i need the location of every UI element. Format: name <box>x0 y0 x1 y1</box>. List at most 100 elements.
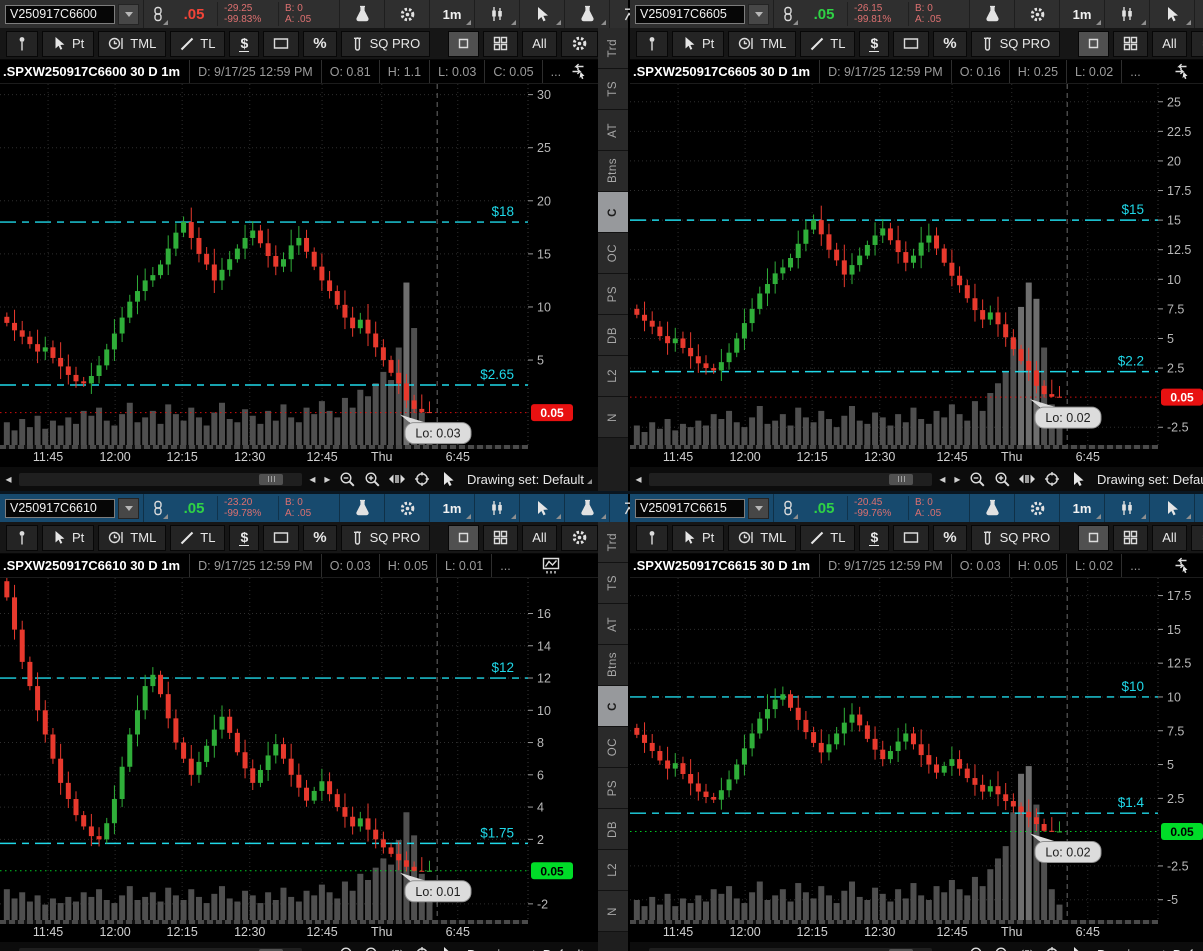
scrollbar-track[interactable] <box>19 472 302 486</box>
chart-mode-button[interactable] <box>1172 557 1190 574</box>
step-right-button[interactable]: ▸ <box>951 472 964 486</box>
fit-width-button[interactable] <box>386 944 409 951</box>
sidebar-tab-db[interactable]: DB <box>598 809 628 850</box>
step-left-button[interactable]: ◂ <box>306 947 319 951</box>
crosshair-button[interactable] <box>1041 469 1064 490</box>
fit-width-button[interactable] <box>1016 944 1039 951</box>
timeframe-button[interactable]: 1m <box>1059 494 1104 522</box>
scroll-left-button[interactable]: ◂ <box>632 472 645 486</box>
chart-mode-button[interactable] <box>542 557 560 574</box>
drawing-set-selector[interactable]: Drawing set: Default <box>1091 472 1203 487</box>
cursor-tool-button[interactable] <box>1149 494 1194 522</box>
single-view-button[interactable] <box>1078 524 1110 551</box>
all-panels-button[interactable]: All <box>1152 524 1187 551</box>
sidebar-tab-trd[interactable]: Trd <box>598 522 628 563</box>
toolbar-settings-button[interactable] <box>560 30 598 57</box>
fit-width-button[interactable] <box>1016 469 1039 490</box>
zoom-in-button[interactable] <box>361 469 384 490</box>
sidebar-tab-oc[interactable]: OC <box>598 233 628 274</box>
drawing-set-selector[interactable]: Drawing set: Default <box>461 472 596 487</box>
sidebar-tab-l2[interactable]: L2 <box>598 850 628 891</box>
chart-settings-button[interactable] <box>384 0 429 28</box>
chart-settings-button[interactable] <box>384 494 429 522</box>
sidebar-tab-at[interactable]: AT <box>598 110 628 151</box>
grid-view-button[interactable] <box>1113 524 1149 551</box>
link-charts-button[interactable] <box>143 0 171 28</box>
toolbar-settings-button[interactable] <box>1190 524 1203 551</box>
scroll-left-button[interactable]: ◂ <box>632 947 645 951</box>
strategies-button[interactable] <box>564 0 609 28</box>
step-left-button[interactable]: ◂ <box>936 472 949 486</box>
sidebar-tab-ts[interactable]: TS <box>598 69 628 110</box>
drawing-set-selector[interactable]: Drawing set: Default <box>1091 947 1203 951</box>
zoom-in-button[interactable] <box>991 944 1014 951</box>
sidebar-tab-c[interactable]: C <box>598 192 628 233</box>
pin-button[interactable] <box>6 30 38 57</box>
sidebar-tab-n[interactable]: N <box>598 891 628 932</box>
percent-tool-button[interactable]: % <box>933 30 967 57</box>
scrollbar-track[interactable] <box>649 947 932 951</box>
trendline-tool-button[interactable]: TL <box>800 524 856 551</box>
symbol-dropdown-button[interactable] <box>748 3 769 25</box>
rectangle-tool-button[interactable] <box>263 30 300 57</box>
fit-width-button[interactable] <box>386 469 409 490</box>
trendline-tool-button[interactable]: TL <box>800 30 856 57</box>
percent-tool-button[interactable]: % <box>303 524 337 551</box>
sidebar-tab-l2[interactable]: L2 <box>598 356 628 397</box>
crosshair-button[interactable] <box>411 469 434 490</box>
sidebar-tab-ps[interactable]: PS <box>598 274 628 315</box>
timeline-tool-button[interactable]: TML <box>728 30 797 57</box>
sidebar-tab-n[interactable]: N <box>598 397 628 438</box>
chart-type-button[interactable] <box>1104 494 1149 522</box>
chart-type-button[interactable] <box>474 494 519 522</box>
sidebar-tab-at[interactable]: AT <box>598 604 628 645</box>
pin-button[interactable] <box>6 524 38 551</box>
single-view-button[interactable] <box>448 30 480 57</box>
pointer-tool-button[interactable]: Pt <box>672 524 725 551</box>
pin-button[interactable] <box>636 524 668 551</box>
rectangle-tool-button[interactable] <box>893 30 930 57</box>
trendline-tool-button[interactable]: TL <box>170 30 226 57</box>
scrollbar-track[interactable] <box>19 947 302 951</box>
toolbar-settings-button[interactable] <box>560 524 598 551</box>
sidebar-tab-ps[interactable]: PS <box>598 768 628 809</box>
toolbar-settings-button[interactable] <box>1190 30 1203 57</box>
grid-view-button[interactable] <box>483 524 519 551</box>
timeline-tool-button[interactable]: TML <box>98 524 167 551</box>
percent-tool-button[interactable]: % <box>933 524 967 551</box>
studies-button[interactable] <box>339 0 384 28</box>
zoom-in-button[interactable] <box>361 944 384 951</box>
percent-tool-button[interactable]: % <box>303 30 337 57</box>
timeline-tool-button[interactable]: TML <box>98 30 167 57</box>
sidebar-tab-c[interactable]: C <box>598 686 628 727</box>
cursor-tool-button[interactable] <box>519 494 564 522</box>
pointer-tool-button[interactable]: Pt <box>42 30 95 57</box>
cursor-tool-button[interactable] <box>1149 0 1194 28</box>
sidebar-tab-oc[interactable]: OC <box>598 727 628 768</box>
sq-pro-button[interactable]: SQ PRO <box>970 30 1061 57</box>
timeframe-button[interactable]: 1m <box>429 0 474 28</box>
step-left-button[interactable]: ◂ <box>936 947 949 951</box>
step-left-button[interactable]: ◂ <box>306 472 319 486</box>
zoom-in-button[interactable] <box>991 469 1014 490</box>
chart-type-button[interactable] <box>1104 0 1149 28</box>
symbol-dropdown-button[interactable] <box>118 497 139 519</box>
sidebar-tab-ts[interactable]: TS <box>598 563 628 604</box>
crosshair-button[interactable] <box>411 944 434 951</box>
chart-area[interactable]: 30 25 20 15 10 5 $18 $2.65 0.05 Lo: 0.03 <box>0 84 598 445</box>
chart-mode-button[interactable] <box>569 63 587 80</box>
single-view-button[interactable] <box>1078 30 1110 57</box>
rectangle-tool-button[interactable] <box>893 524 930 551</box>
step-right-button[interactable]: ▸ <box>321 472 334 486</box>
symbol-input[interactable]: V250917C6600 <box>5 4 115 24</box>
chart-area[interactable]: 25 22.5 20 17.5 15 12.5 10 7.5 5 2.5 -2.5 $15 $2.2 0.… <box>630 84 1203 445</box>
studies-button[interactable] <box>969 494 1014 522</box>
grid-view-button[interactable] <box>483 30 519 57</box>
chart-settings-button[interactable] <box>1014 0 1059 28</box>
scrollbar-handle[interactable] <box>259 473 284 485</box>
symbol-input[interactable]: V250917C6615 <box>635 498 745 518</box>
arrow-tool-button[interactable] <box>1066 944 1089 951</box>
scroll-left-button[interactable]: ◂ <box>2 472 15 486</box>
chart-area[interactable]: 16 14 12 10 8 6 4 2 -2 $12 $1.75 0.05 Lo: 0.01 <box>0 577 598 920</box>
zoom-out-button[interactable] <box>336 944 359 951</box>
